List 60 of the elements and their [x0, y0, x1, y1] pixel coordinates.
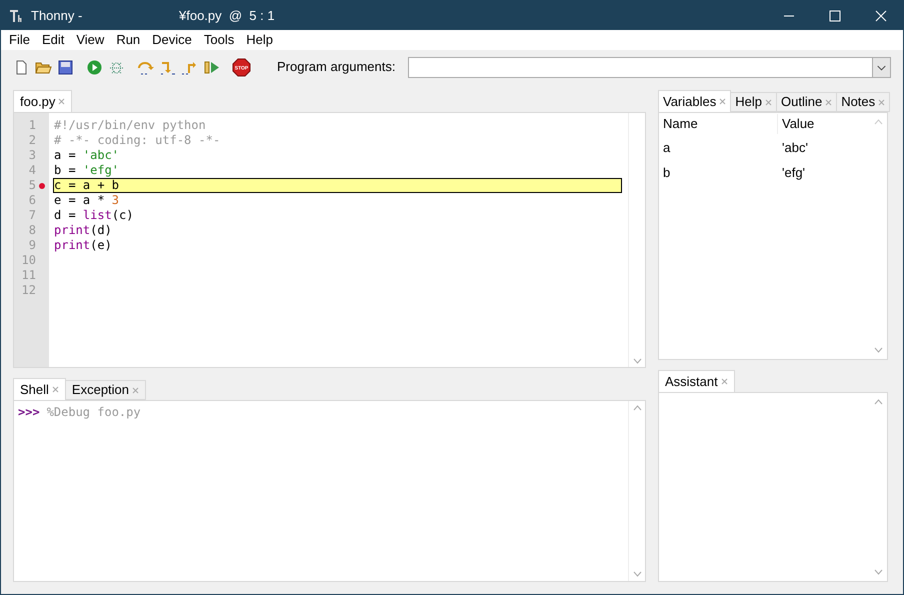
- line-number: 10: [22, 253, 36, 268]
- code-line: print(d): [53, 223, 113, 238]
- menu-item[interactable]: View: [70, 30, 110, 50]
- tab[interactable]: Variables: [658, 90, 732, 112]
- tab[interactable]: Exception: [64, 380, 146, 400]
- code-line: e = a * 3: [53, 193, 120, 208]
- menu-item[interactable]: Run: [110, 30, 146, 50]
- line-number: 11: [22, 268, 36, 283]
- menu-item[interactable]: Device: [146, 30, 198, 50]
- window-title: ¥foo.py @ 5 : 1: [179, 6, 275, 25]
- program-arguments-label: Program arguments:: [277, 58, 396, 76]
- variable-name: a: [662, 138, 672, 157]
- variable-value: 'abc': [781, 138, 808, 157]
- shell-command: %Debug foo.py: [46, 404, 141, 421]
- tab[interactable]: foo.py: [13, 90, 72, 112]
- shell-prompt: >>>: [18, 404, 40, 421]
- tab[interactable]: Help: [730, 92, 777, 112]
- code-line: b = 'efg': [53, 163, 120, 178]
- menu-item[interactable]: File: [3, 30, 36, 50]
- tab[interactable]: Shell: [13, 378, 66, 400]
- line-number: 6: [28, 193, 36, 208]
- play-icon[interactable]: [86, 58, 103, 76]
- code-line: #!/usr/bin/env python: [53, 118, 207, 133]
- code-line: d = list(c): [53, 208, 134, 223]
- tab[interactable]: Notes: [836, 92, 890, 112]
- scroll-up-icon[interactable]: [632, 405, 642, 411]
- variable-value: 'efg': [781, 164, 806, 182]
- line-number: 1: [28, 118, 36, 133]
- scroll-down-icon[interactable]: [632, 571, 642, 577]
- code-line: print(e): [53, 238, 113, 253]
- line-number: 4: [28, 163, 36, 178]
- menu-item[interactable]: Edit: [36, 30, 70, 50]
- menu-item[interactable]: Tools: [198, 30, 240, 50]
- column-header[interactable]: Value: [778, 114, 814, 134]
- save-icon[interactable]: [57, 58, 74, 76]
- tab[interactable]: Outline: [776, 92, 838, 112]
- tab[interactable]: Assistant: [658, 370, 735, 392]
- shell-panel[interactable]: >>> %Debug foo.py: [13, 400, 646, 582]
- variable-name: b: [662, 164, 672, 182]
- line-number: 12: [22, 283, 36, 298]
- code-editor[interactable]: 1 2 3 4 5 6 7 8 9 10 11 12 #!/usr/bin/env python # -*- coding: utf-8 -*- a = 'abc' b = 'efg' c = a + b e = a * 3 d = list(c) print(d) print(e): [13, 112, 646, 368]
- column-header[interactable]: Name: [659, 114, 778, 134]
- scroll-down-icon[interactable]: [874, 569, 883, 575]
- scroll-down-icon[interactable]: [632, 358, 642, 364]
- menu-item[interactable]: Help: [240, 30, 280, 50]
- code-line: a = 'abc': [53, 148, 120, 163]
- resume-icon[interactable]: [203, 58, 220, 76]
- program-arguments-field[interactable]: [408, 56, 891, 78]
- line-number: 9: [28, 238, 36, 253]
- scroll-down-icon[interactable]: [874, 347, 883, 353]
- line-number: 8: [28, 223, 36, 238]
- scroll-up-icon[interactable]: [874, 119, 883, 125]
- maximize-icon[interactable]: [829, 10, 841, 22]
- line-number: 3: [28, 148, 36, 163]
- line-number: 5: [28, 178, 36, 193]
- scroll-up-icon[interactable]: [874, 399, 883, 405]
- code-line: # -*- coding: utf-8 -*-: [53, 133, 222, 148]
- line-number: 2: [28, 133, 36, 148]
- line-number: 7: [28, 208, 36, 223]
- window-title: Thonny -: [31, 6, 84, 25]
